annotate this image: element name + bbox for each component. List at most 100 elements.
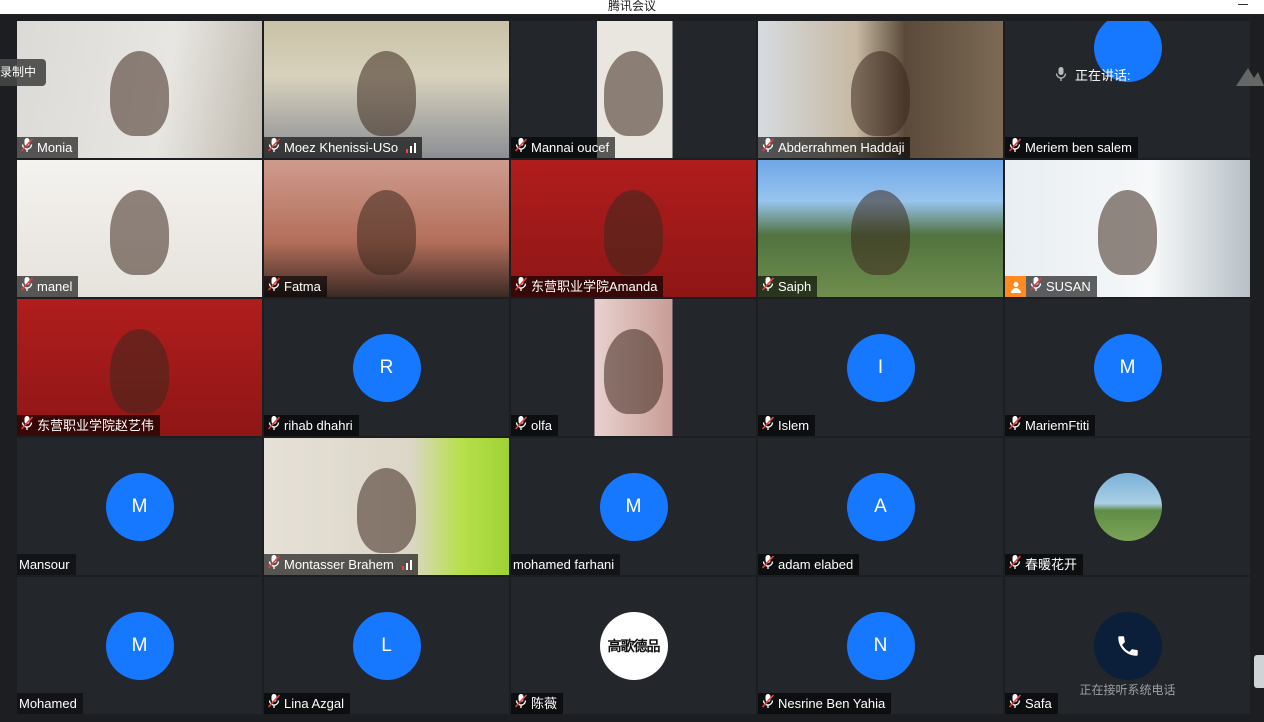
participant-tile[interactable]: Rrihab dhahri bbox=[264, 299, 509, 436]
participant-nametag: 春暖花开 bbox=[1005, 554, 1084, 575]
avatar-initial: N bbox=[846, 611, 915, 680]
participant-tile[interactable]: olfa bbox=[511, 299, 756, 436]
video-grid: Monia Moez Khenissi-USo Mannai oucef Abderr… bbox=[17, 21, 1250, 714]
window-titlebar: 腾讯会议 bbox=[0, 0, 1264, 14]
participant-tile[interactable]: 东营职业学院Amanda bbox=[511, 160, 756, 297]
participant-tile[interactable]: 东营职业学院赵艺伟 bbox=[17, 299, 262, 436]
mic-muted-icon bbox=[515, 415, 527, 436]
host-icon bbox=[1005, 276, 1026, 297]
avatar-initial: M bbox=[1093, 333, 1162, 402]
avatar-initial: A bbox=[846, 472, 915, 541]
participant-nametag: Islem bbox=[758, 415, 816, 436]
participant-tile[interactable]: Mmohamed farhani bbox=[511, 438, 756, 575]
participant-tile[interactable]: M Mohamed bbox=[17, 577, 262, 714]
mic-muted-icon bbox=[268, 276, 280, 297]
participant-name: Fatma bbox=[284, 279, 321, 294]
participant-silhouette bbox=[110, 190, 169, 276]
mic-muted-icon bbox=[762, 693, 774, 714]
participant-nametag: Lina Azgal bbox=[264, 693, 350, 714]
participant-name: 陈薇 bbox=[531, 696, 558, 711]
participant-tile[interactable]: manel bbox=[17, 160, 262, 297]
participant-nametag: adam elabed bbox=[758, 554, 860, 575]
participant-nametag: Mansour bbox=[17, 554, 76, 575]
participant-tile[interactable]: 高歌德品陈薇 bbox=[511, 577, 756, 714]
participant-tile[interactable]: I Islem bbox=[758, 299, 1003, 436]
participant-name: Mansour bbox=[19, 557, 70, 572]
participant-silhouette bbox=[110, 329, 169, 415]
participant-nametag: manel bbox=[17, 276, 79, 297]
participant-tile[interactable]: Moez Khenissi-USo bbox=[264, 21, 509, 158]
participant-nametag: 陈薇 bbox=[511, 693, 564, 714]
side-panel-handle[interactable] bbox=[1254, 655, 1264, 688]
participant-name: Monia bbox=[37, 140, 73, 155]
participant-name: Abderrahmen Haddaji bbox=[778, 140, 905, 155]
participant-tile[interactable]: Montasser Brahem bbox=[264, 438, 509, 575]
participant-tile[interactable]: 春暖花开 bbox=[1005, 438, 1250, 575]
participant-tile[interactable]: Abderrahmen Haddaji bbox=[758, 21, 1003, 158]
speaking-label: 正在讲话: bbox=[1075, 67, 1131, 83]
participant-nametag: Mannai oucef bbox=[511, 137, 616, 158]
participant-tile[interactable]: Fatma bbox=[264, 160, 509, 297]
participant-nametag: MariemFtiti bbox=[1005, 415, 1096, 436]
participant-silhouette bbox=[604, 51, 663, 137]
participant-tile[interactable]: M Mansour bbox=[17, 438, 262, 575]
avatar-initial: R bbox=[352, 333, 421, 402]
participant-name: MariemFtiti bbox=[1025, 418, 1090, 433]
participant-name: Safa bbox=[1025, 696, 1052, 711]
collapse-icon[interactable] bbox=[1234, 60, 1264, 90]
participant-silhouette bbox=[851, 190, 910, 276]
mic-muted-icon bbox=[268, 554, 280, 575]
participant-name: Moez Khenissi-USo bbox=[284, 140, 399, 155]
participant-tile[interactable]: SUSAN bbox=[1005, 160, 1250, 297]
participant-tile[interactable]: L Lina Azgal bbox=[264, 577, 509, 714]
participant-tile[interactable]: Saiph bbox=[758, 160, 1003, 297]
avatar-photo bbox=[1093, 472, 1162, 541]
avatar-initial: I bbox=[846, 333, 915, 402]
mic-muted-icon bbox=[762, 276, 774, 297]
participant-name: Meriem ben salem bbox=[1025, 140, 1132, 155]
mic-muted-icon bbox=[21, 415, 33, 436]
participant-tile[interactable]: 正在接听系统电话 Safa bbox=[1005, 577, 1250, 714]
participant-name: Saiph bbox=[778, 279, 812, 294]
participant-name: olfa bbox=[531, 418, 552, 433]
mic-muted-icon bbox=[268, 693, 280, 714]
participant-tile[interactable]: Mannai oucef bbox=[511, 21, 756, 158]
participant-name: Mohamed bbox=[19, 696, 77, 711]
participant-name: Montasser Brahem bbox=[284, 557, 394, 572]
mic-muted-icon bbox=[762, 137, 774, 158]
participant-silhouette bbox=[357, 468, 416, 554]
avatar-initial: L bbox=[352, 611, 421, 680]
participant-tile[interactable]: Meriem ben salem bbox=[1005, 21, 1250, 158]
minimize-icon[interactable] bbox=[1238, 4, 1248, 5]
participant-nametag: Nesrine Ben Yahia bbox=[758, 693, 892, 714]
mic-muted-icon bbox=[762, 554, 774, 575]
mic-muted-icon bbox=[1030, 276, 1042, 297]
signal-strength-icon bbox=[406, 142, 417, 153]
phone-call-icon bbox=[1093, 611, 1162, 680]
participant-nametag: 东营职业学院赵艺伟 bbox=[17, 415, 161, 436]
participant-silhouette bbox=[110, 51, 169, 137]
participant-nametag: SUSAN bbox=[1005, 276, 1097, 297]
participant-tile[interactable]: N Nesrine Ben Yahia bbox=[758, 577, 1003, 714]
participant-name: Lina Azgal bbox=[284, 696, 344, 711]
participant-tile[interactable]: M MariemFtiti bbox=[1005, 299, 1250, 436]
participant-name: Islem bbox=[778, 418, 810, 433]
participant-name: rihab dhahri bbox=[284, 418, 353, 433]
avatar-initial: M bbox=[599, 472, 668, 541]
recording-indicator[interactable]: 录制中 bbox=[0, 59, 46, 86]
participant-name: 东营职业学院Amanda bbox=[531, 279, 658, 294]
participant-silhouette bbox=[357, 190, 416, 276]
participant-tile[interactable]: Monia bbox=[17, 21, 262, 158]
participant-tile[interactable]: Aadam elabed bbox=[758, 438, 1003, 575]
signal-strength-icon bbox=[401, 559, 412, 570]
mic-muted-icon bbox=[515, 693, 527, 714]
participant-nametag: rihab dhahri bbox=[264, 415, 359, 436]
participant-silhouette bbox=[604, 190, 663, 276]
avatar-logo: 高歌德品 bbox=[599, 611, 668, 680]
participant-nametag: Mohamed bbox=[17, 693, 83, 714]
speaking-mic-icon bbox=[1055, 67, 1067, 81]
window-title: 腾讯会议 bbox=[607, 0, 656, 13]
mic-muted-icon bbox=[1009, 693, 1021, 714]
participant-nametag: mohamed farhani bbox=[511, 554, 621, 575]
avatar-initial: M bbox=[105, 472, 174, 541]
